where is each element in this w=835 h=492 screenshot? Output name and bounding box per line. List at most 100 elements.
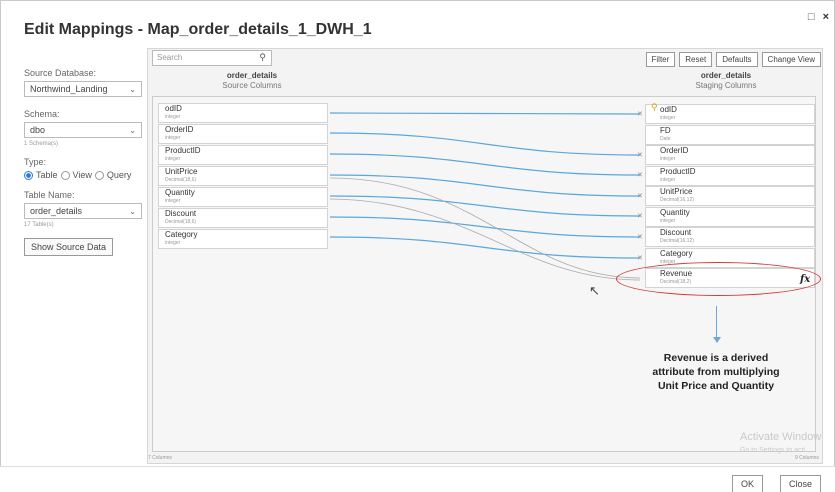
remove-mapping-icon[interactable]: ✕ xyxy=(637,233,643,241)
ok-button[interactable]: OK xyxy=(732,475,764,492)
type-label: Type: xyxy=(24,157,47,167)
reset-button[interactable]: Reset xyxy=(679,52,713,67)
source-table-title: order_details xyxy=(226,71,278,80)
source-field-name: Quantity xyxy=(165,188,195,197)
radio-query[interactable] xyxy=(94,170,104,180)
target-column-header: order_details Staging Columns xyxy=(666,71,786,91)
remove-mapping-icon[interactable]: ✕ xyxy=(637,192,643,200)
search-icon[interactable]: ⚲ xyxy=(259,52,266,63)
target-field-type: Date xyxy=(660,136,671,142)
revenue-highlight-ellipse xyxy=(616,262,821,296)
schema-count: 1 Schema(s) xyxy=(24,141,59,147)
source-field-type: integer xyxy=(165,135,181,141)
remove-mapping-icon[interactable]: ✕ xyxy=(637,110,643,118)
derived-attribute-note: Revenue is a derived attribute from mult… xyxy=(652,352,780,392)
schema-select[interactable]: dbo ⌄ xyxy=(24,122,142,138)
type-radio-group: Table View Query xyxy=(24,170,142,180)
source-column-count: 7 Columns xyxy=(148,455,172,461)
target-field[interactable]: ProductID integer xyxy=(645,166,815,186)
search-input[interactable]: Search ⚲ xyxy=(152,50,272,66)
source-column-header: order_details Source Columns xyxy=(192,71,312,91)
source-field[interactable]: OrderID integer xyxy=(158,124,328,144)
target-field-type: integer xyxy=(660,115,676,121)
chevron-down-icon: ⌄ xyxy=(129,206,136,216)
target-field-name: OrderID xyxy=(660,146,689,155)
target-field-type: Decimal(16,12) xyxy=(660,197,694,203)
annotation-arrow-head xyxy=(713,337,721,343)
source-field[interactable]: Quantity integer xyxy=(158,187,328,207)
primary-key-icon: ⚲ xyxy=(651,102,658,112)
source-database-label: Source Database: xyxy=(24,68,97,78)
target-field-name: UnitPrice xyxy=(660,187,693,196)
table-name-label: Table Name: xyxy=(24,190,75,200)
target-field-name: Quantity xyxy=(660,208,690,217)
source-field-name: Category xyxy=(165,230,198,239)
target-table-subtitle: Staging Columns xyxy=(695,81,757,90)
target-field-name: odID xyxy=(660,105,677,114)
target-field-type: Decimal(16,12) xyxy=(660,238,694,244)
target-field[interactable]: Discount Decimal(16,12) xyxy=(645,227,815,247)
source-database-value: Northwind_Landing xyxy=(30,84,108,94)
dialog-footer xyxy=(0,466,835,492)
source-field[interactable]: odID integer xyxy=(158,103,328,123)
target-field[interactable]: odID integer xyxy=(645,104,815,124)
source-field-type: Decimal(18,6) xyxy=(165,219,197,225)
dialog-title: Edit Mappings - Map_order_details_1_DWH_… xyxy=(24,21,372,38)
radio-table-label: Table xyxy=(36,170,58,180)
target-field-type: integer xyxy=(660,218,676,224)
source-field-type: integer xyxy=(165,240,181,246)
target-column-count: 9 Columns xyxy=(795,455,819,461)
change-view-button[interactable]: Change View xyxy=(761,52,821,67)
mouse-cursor-icon: ↖ xyxy=(589,283,600,298)
source-field-name: Discount xyxy=(165,209,197,218)
source-field-name: ProductID xyxy=(165,146,201,155)
search-placeholder: Search xyxy=(157,53,183,62)
target-field[interactable]: Quantity integer xyxy=(645,207,815,227)
target-field-name: Discount xyxy=(660,228,692,237)
remove-mapping-icon[interactable]: ✕ xyxy=(637,151,643,159)
target-field-name: FD xyxy=(660,126,671,135)
radio-view[interactable] xyxy=(60,170,70,180)
maximize-icon[interactable]: □ xyxy=(808,11,815,23)
target-field[interactable]: FD Date xyxy=(645,125,815,145)
table-name-select[interactable]: order_details ⌄ xyxy=(24,203,142,219)
mapping-toolbar: Filter Reset Defaults Change View xyxy=(645,52,821,67)
source-field[interactable]: ProductID integer xyxy=(158,145,328,165)
source-field[interactable]: Discount Decimal(18,6) xyxy=(158,208,328,228)
annotation-arrow-line xyxy=(716,306,717,338)
source-field[interactable]: Category integer xyxy=(158,229,328,249)
chevron-down-icon: ⌄ xyxy=(129,84,136,94)
radio-query-label: Query xyxy=(106,170,132,180)
close-button[interactable]: Close xyxy=(780,475,822,492)
filter-button[interactable]: Filter xyxy=(645,52,676,67)
source-field-type: integer xyxy=(165,156,181,162)
target-field-name: ProductID xyxy=(660,167,696,176)
target-field-type: integer xyxy=(660,177,676,183)
source-field[interactable]: UnitPrice Decimal(18,6) xyxy=(158,166,328,186)
target-table-title: order_details xyxy=(700,71,752,80)
remove-mapping-icon[interactable]: ✕ xyxy=(637,212,643,220)
source-field-name: odID xyxy=(165,104,182,113)
window-controls: □ × xyxy=(808,11,829,23)
defaults-button[interactable]: Defaults xyxy=(716,52,758,67)
source-field-name: UnitPrice xyxy=(165,167,198,176)
source-database-select[interactable]: Northwind_Landing ⌄ xyxy=(24,81,142,97)
radio-view-label: View xyxy=(72,170,92,180)
target-field-name: Category xyxy=(660,249,693,258)
radio-table[interactable] xyxy=(24,170,33,180)
source-field-type: integer xyxy=(165,198,181,204)
remove-mapping-icon[interactable]: ✕ xyxy=(637,254,643,262)
source-table-subtitle: Source Columns xyxy=(222,81,282,90)
target-field[interactable]: UnitPrice Decimal(16,12) xyxy=(645,186,815,206)
schema-label: Schema: xyxy=(24,109,60,119)
watermark-line-1: Activate Window xyxy=(740,431,822,443)
close-icon[interactable]: × xyxy=(823,11,829,23)
activate-windows-watermark: Activate Window Go to Settings to acti xyxy=(740,430,821,458)
target-field[interactable]: OrderID integer xyxy=(645,145,815,165)
source-field-type: Decimal(18,6) xyxy=(165,177,197,183)
source-sidebar: Source Database: Northwind_Landing ⌄ Sch… xyxy=(24,68,142,256)
remove-mapping-icon[interactable]: ✕ xyxy=(637,171,643,179)
show-source-data-button[interactable]: Show Source Data xyxy=(24,238,114,256)
target-field-type: integer xyxy=(660,156,676,162)
table-name-value: order_details xyxy=(30,206,83,216)
